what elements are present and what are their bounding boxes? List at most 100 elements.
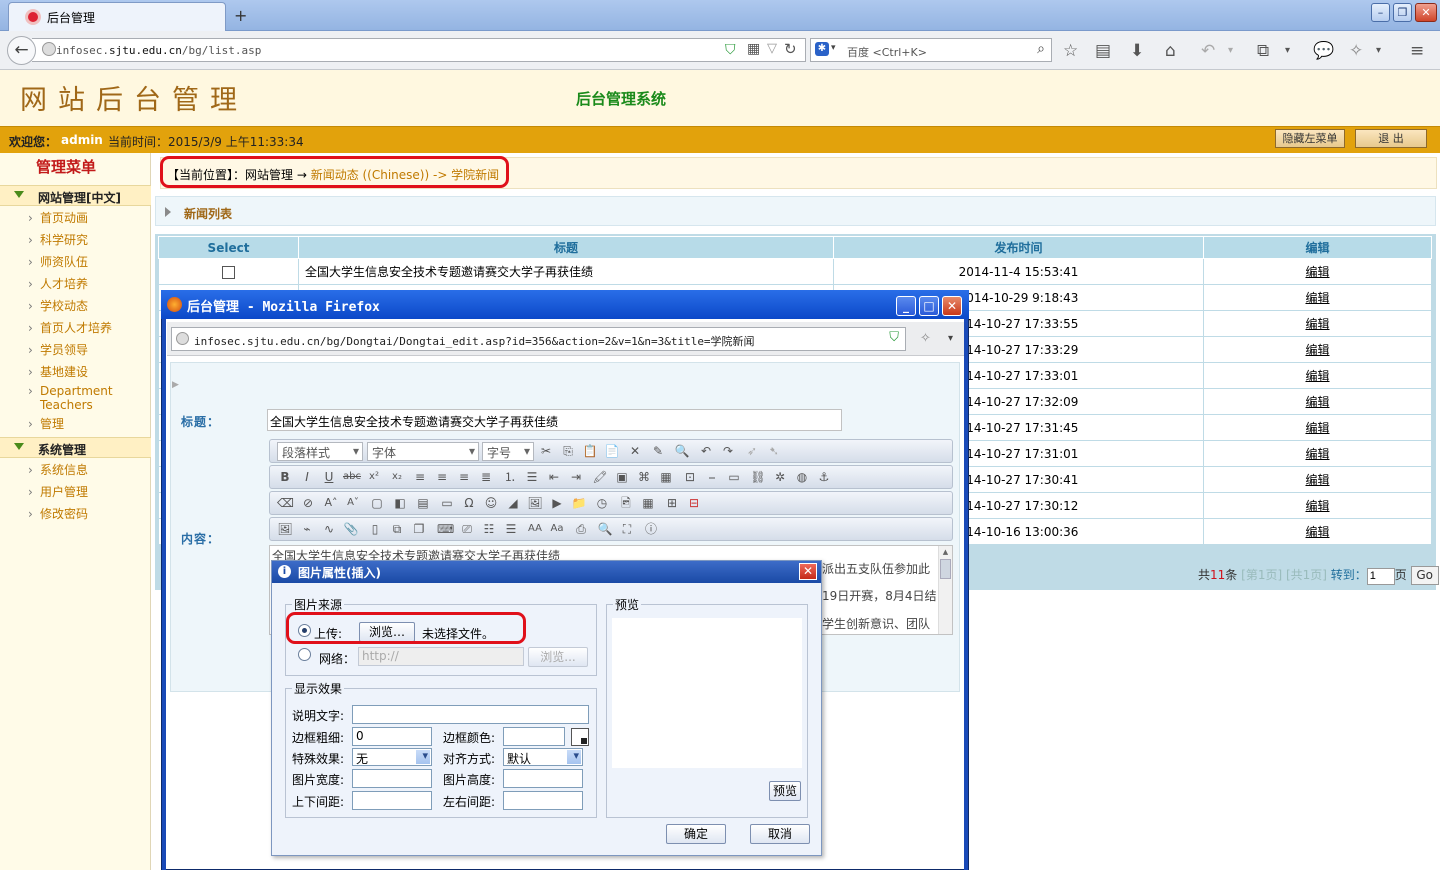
special-char-icon[interactable]: Ω [461, 495, 477, 511]
delete-icon[interactable]: ✕ [627, 443, 643, 459]
edit-link[interactable]: 编辑 [1203, 284, 1432, 311]
grid-icon[interactable]: ▦ [640, 495, 656, 511]
sidebar-section-website[interactable]: 网站管理[中文] [0, 185, 151, 206]
sidebar-item[interactable]: 人才培养 [28, 277, 88, 291]
format-brush-icon[interactable]: ⌘ [636, 469, 652, 485]
font-decrease-icon[interactable]: A˅ [345, 495, 361, 511]
sidebar-item[interactable]: 系统信息 [28, 463, 88, 477]
font-select[interactable]: 字体 [367, 442, 479, 461]
content-scrollbar[interactable]: ▲ [938, 546, 952, 634]
print-icon[interactable]: ⎙ [573, 521, 589, 537]
table-insert-icon[interactable]: ▦ [658, 469, 674, 485]
font-increase-icon[interactable]: A˄ [323, 495, 339, 511]
lowercase-icon[interactable]: Aa [549, 521, 565, 537]
uppercase-icon[interactable]: AA [527, 521, 543, 537]
fullscreen-icon[interactable]: ⛶ [619, 521, 635, 537]
border-color-input[interactable] [503, 727, 565, 746]
web-radio[interactable] [298, 648, 311, 661]
hide-menu-button[interactable]: 隐藏左菜单 [1275, 129, 1345, 148]
row-insert-icon[interactable]: ⊞ [664, 495, 680, 511]
image-width-input[interactable] [352, 769, 432, 788]
extension-icon[interactable]: ✧ [1349, 41, 1363, 61]
hamburger-menu-icon[interactable]: ≡ [1410, 41, 1424, 61]
scroll-thumb[interactable] [940, 559, 951, 579]
copy-icon[interactable]: ⎘ [560, 443, 576, 459]
link-icon[interactable]: ⛓ [750, 469, 766, 485]
marquee-icon[interactable]: ▭ [726, 469, 742, 485]
popup-minimize-icon[interactable]: _ [896, 296, 916, 316]
extension-dropdown-icon[interactable]: ▾ [1376, 45, 1381, 56]
popup-maximize-icon[interactable]: □ [919, 296, 939, 316]
caption-input[interactable] [352, 705, 589, 724]
home-icon[interactable]: ⌂ [1165, 41, 1176, 61]
back-arrow-icon[interactable]: ← [7, 36, 36, 65]
sidebar-section-system[interactable]: 系统管理 [0, 437, 151, 458]
ok-button[interactable]: 确定 [666, 824, 726, 844]
sidebar-item[interactable]: 首页动画 [28, 211, 88, 225]
row-checkbox[interactable] [222, 265, 235, 279]
cut-icon[interactable]: ✂ [538, 443, 554, 459]
bookmark-star-icon[interactable]: ☆ [1063, 41, 1078, 61]
flash-icon[interactable]: ◢ [505, 495, 521, 511]
sidebar-item[interactable]: 修改密码 [28, 507, 88, 521]
indent-icon[interactable]: ⇥ [568, 469, 584, 485]
superscript-icon[interactable]: x² [366, 469, 382, 485]
align-select[interactable]: 默认 [503, 748, 583, 766]
search-input[interactable]: ✱ ▾ 百度 <Ctrl+K> ⌕ [810, 38, 1052, 62]
restore-icon[interactable]: ❐ [1393, 3, 1412, 22]
bg-color-icon[interactable]: ▣ [614, 469, 630, 485]
gallery-icon[interactable]: 🖻 [618, 495, 634, 511]
undo-icon[interactable]: ↶ [698, 443, 714, 459]
align-left-icon[interactable]: ≡ [412, 469, 428, 485]
sidebar-item-department-teachers[interactable]: DepartmentTeachers [28, 384, 113, 412]
cancel-button[interactable]: 取消 [750, 824, 810, 844]
sidebar-item[interactable]: 基地建设 [28, 365, 88, 379]
preview-button[interactable]: 预览 [769, 781, 801, 801]
underline-icon[interactable]: U [321, 469, 337, 485]
anchor-icon[interactable]: ⚓ [816, 469, 832, 485]
file-icon[interactable]: 📁 [571, 495, 587, 511]
form-icon[interactable]: ▭ [439, 495, 455, 511]
shield-icon[interactable]: ⛉ [725, 42, 736, 58]
browser-tab[interactable]: 后台管理 [8, 2, 226, 31]
address-bar[interactable]: infosec.sjtu.edu.cn/bg/list.asp [32, 38, 806, 62]
chat-bubble-icon[interactable]: 💬 [1313, 41, 1334, 61]
media-icon[interactable]: ▶ [549, 495, 565, 511]
edit-link[interactable]: 编辑 [1203, 518, 1432, 545]
reading-list-icon[interactable]: ▤ [1095, 41, 1111, 61]
about-icon[interactable]: ⓘ [643, 521, 659, 537]
font-size-select[interactable]: 字号 [482, 442, 534, 461]
wave-icon[interactable]: ∿ [321, 521, 337, 537]
copy-page-icon[interactable]: ⧉ [389, 521, 405, 537]
paragraph-icon[interactable]: ☷ [481, 521, 497, 537]
unordered-list-icon[interactable]: ☰ [524, 469, 540, 485]
popup-close-icon[interactable]: ✕ [942, 296, 962, 316]
popup-address-bar[interactable]: infosec.sjtu.edu.cn/bg/Dongtai/Dongtai_e… [171, 327, 906, 351]
extension-icon[interactable]: ✧ [920, 331, 931, 346]
redo-icon[interactable]: ↷ [720, 443, 736, 459]
web-browse-button[interactable]: 浏览... [528, 647, 588, 667]
italic-icon[interactable]: I [299, 469, 315, 485]
align-center-icon[interactable]: ≡ [434, 469, 450, 485]
color-picker-icon[interactable] [571, 728, 589, 746]
border-width-input[interactable]: 0 [352, 727, 432, 746]
edit-link[interactable]: 编辑 [1203, 258, 1432, 285]
page-number-input[interactable] [1366, 567, 1395, 585]
scroll-up-icon[interactable]: ▲ [940, 548, 951, 556]
select-all-icon[interactable]: ➶ [744, 443, 760, 459]
magnifier-icon[interactable]: ⌕ [1037, 41, 1045, 57]
sidebar-item[interactable]: 科学研究 [28, 233, 88, 247]
html-icon[interactable]: ⎚ [459, 521, 475, 537]
sidebar-item[interactable]: 用户管理 [28, 485, 88, 499]
outdent-icon[interactable]: ⇤ [546, 469, 562, 485]
undo-close-icon[interactable]: ↶ [1201, 41, 1215, 61]
layer-icon[interactable]: ◧ [392, 495, 408, 511]
subscript-icon[interactable]: x₂ [389, 469, 405, 485]
erase-icon[interactable]: ⌫ [277, 495, 294, 511]
page-icon[interactable]: ▯ [367, 521, 383, 537]
strikethrough-icon[interactable]: abc [343, 469, 361, 485]
undo-dropdown-icon[interactable]: ▾ [1228, 45, 1233, 56]
vspace-input[interactable] [352, 791, 432, 810]
image-height-input[interactable] [503, 769, 583, 788]
template-icon[interactable]: ▤ [415, 495, 431, 511]
